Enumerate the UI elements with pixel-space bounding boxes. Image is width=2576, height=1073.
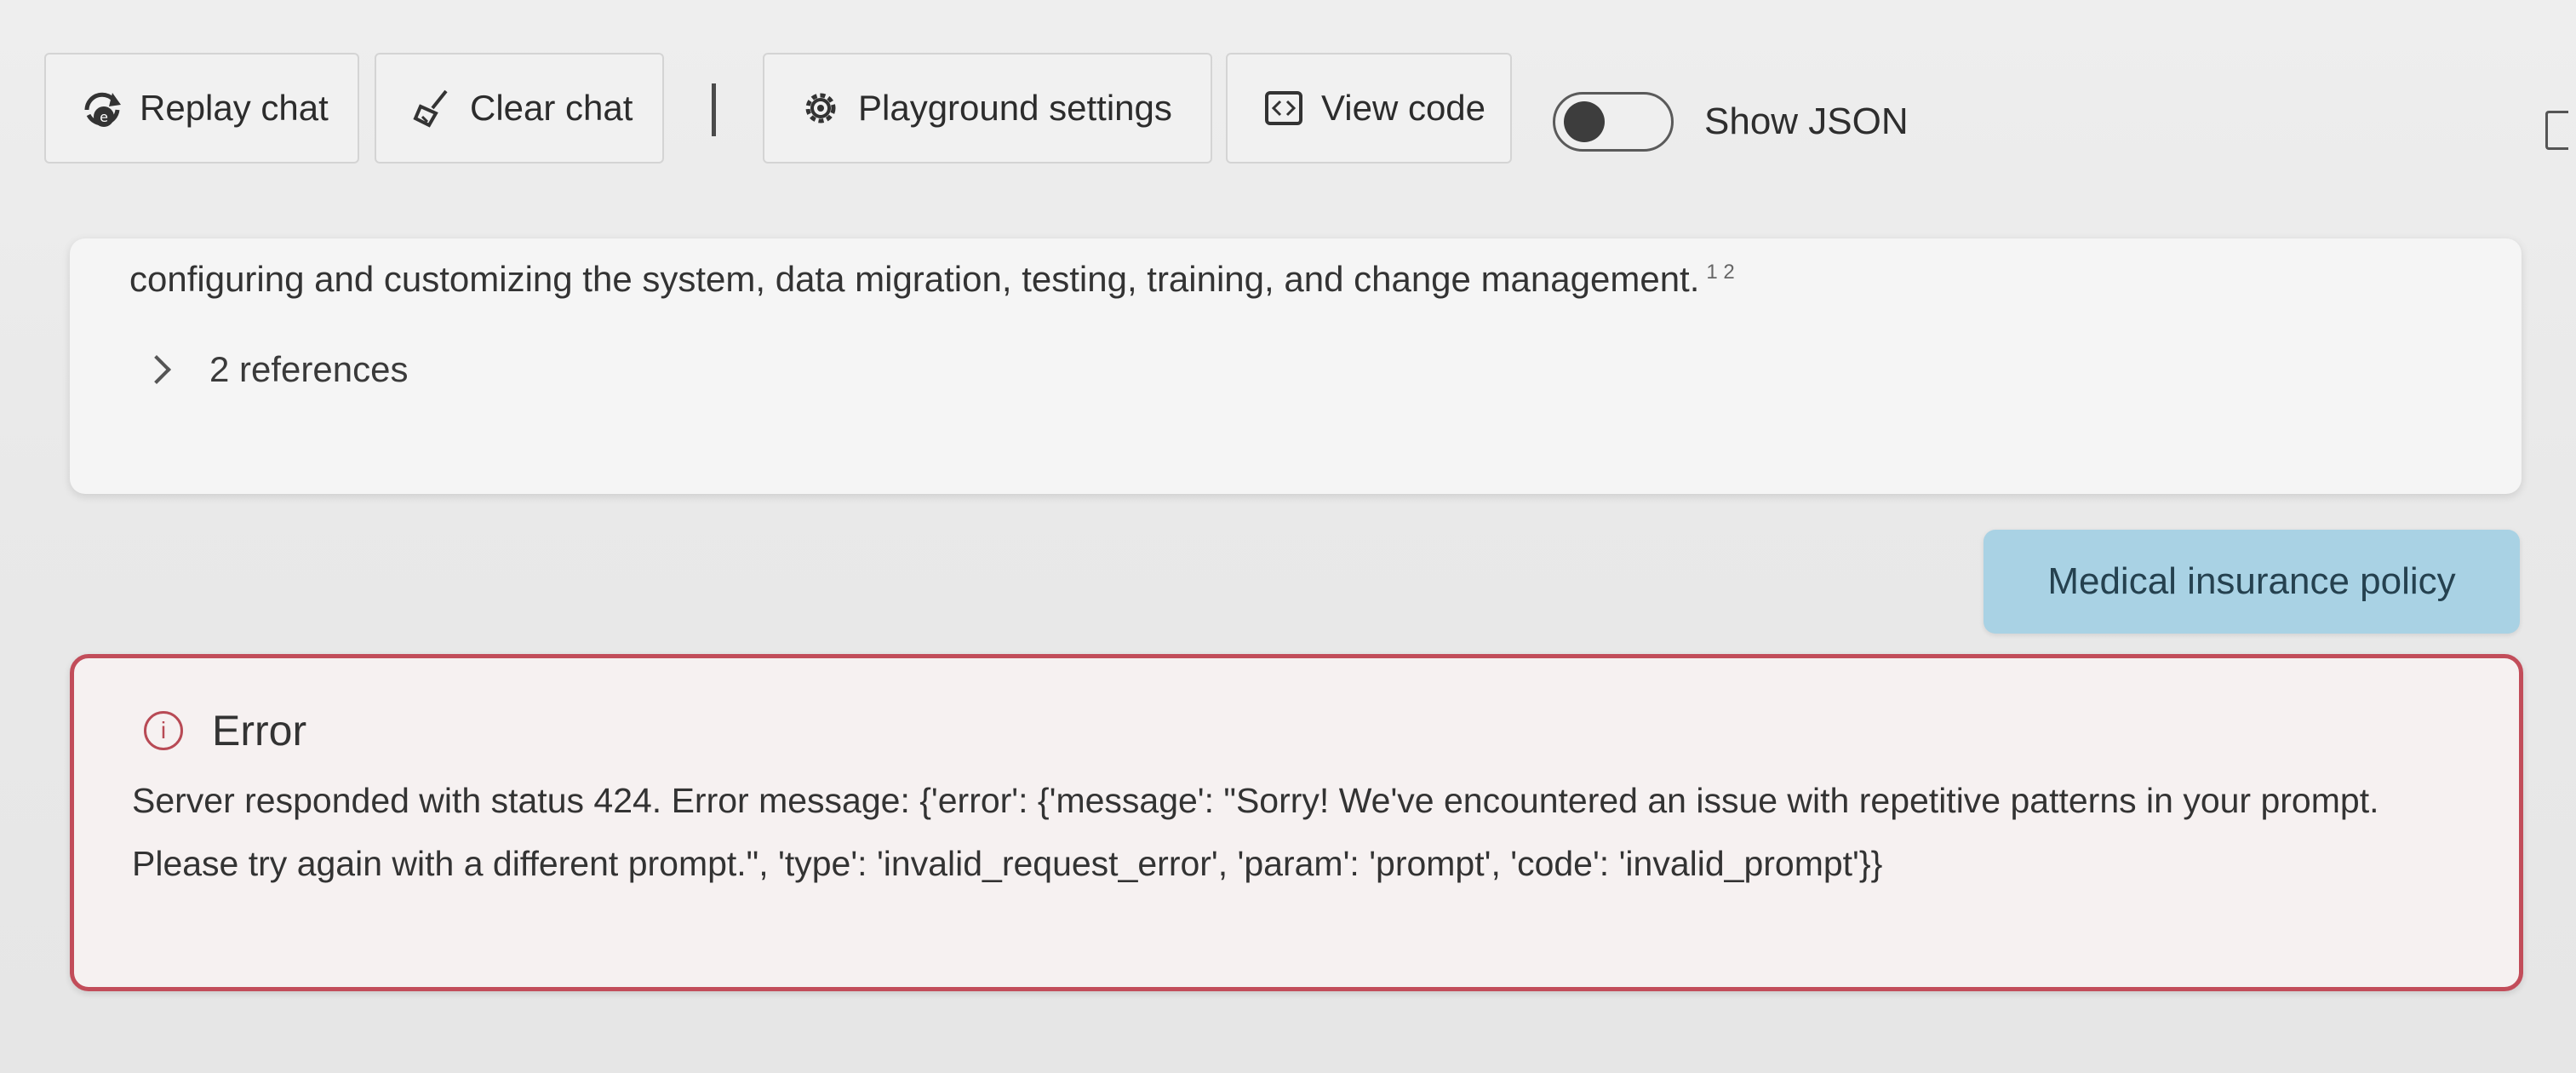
error-header: i Error xyxy=(144,706,306,755)
references-label: 2 references xyxy=(209,349,409,389)
assistant-message-text: configuring and customizing the system, … xyxy=(129,259,1735,300)
replay-chat-button[interactable]: e Replay chat xyxy=(44,53,359,164)
replay-icon: e xyxy=(77,83,128,134)
chevron-right-icon xyxy=(142,355,171,384)
broom-icon xyxy=(407,83,458,134)
toggle-knob xyxy=(1564,101,1605,142)
error-message-text: Server responded with status 424. Error … xyxy=(132,781,2379,883)
error-message: i Error Server responded with status 424… xyxy=(70,654,2523,991)
references-toggle[interactable]: 2 references xyxy=(142,349,409,390)
user-message-text: Medical insurance policy xyxy=(2047,560,2456,602)
view-code-label: View code xyxy=(1321,88,1486,128)
playground-settings-label: Playground settings xyxy=(858,88,1172,128)
assistant-text-content: configuring and customizing the system, … xyxy=(129,259,1700,299)
code-icon xyxy=(1258,83,1309,134)
user-message: Medical insurance policy xyxy=(1984,530,2520,634)
replay-chat-label: Replay chat xyxy=(140,88,329,128)
clear-chat-button[interactable]: Clear chat xyxy=(375,53,664,164)
assistant-message: configuring and customizing the system, … xyxy=(70,238,2522,494)
clear-chat-label: Clear chat xyxy=(470,88,633,128)
panel-collapse-icon[interactable] xyxy=(2545,111,2568,150)
show-json-label: Show JSON xyxy=(1704,100,1909,142)
view-code-button[interactable]: View code xyxy=(1226,53,1512,164)
citation-markers[interactable]: 1 2 xyxy=(1706,261,1734,284)
playground-settings-button[interactable]: Playground settings xyxy=(763,53,1212,164)
gear-icon xyxy=(795,83,846,134)
chat-toolbar: e Replay chat Clear chat Playground sett… xyxy=(0,0,2576,196)
info-icon: i xyxy=(144,711,183,750)
error-title: Error xyxy=(212,707,307,755)
show-json-toggle[interactable] xyxy=(1553,92,1674,152)
chat-playground: e Replay chat Clear chat Playground sett… xyxy=(0,0,2576,1073)
toolbar-divider xyxy=(712,83,716,136)
svg-text:e: e xyxy=(100,109,108,125)
